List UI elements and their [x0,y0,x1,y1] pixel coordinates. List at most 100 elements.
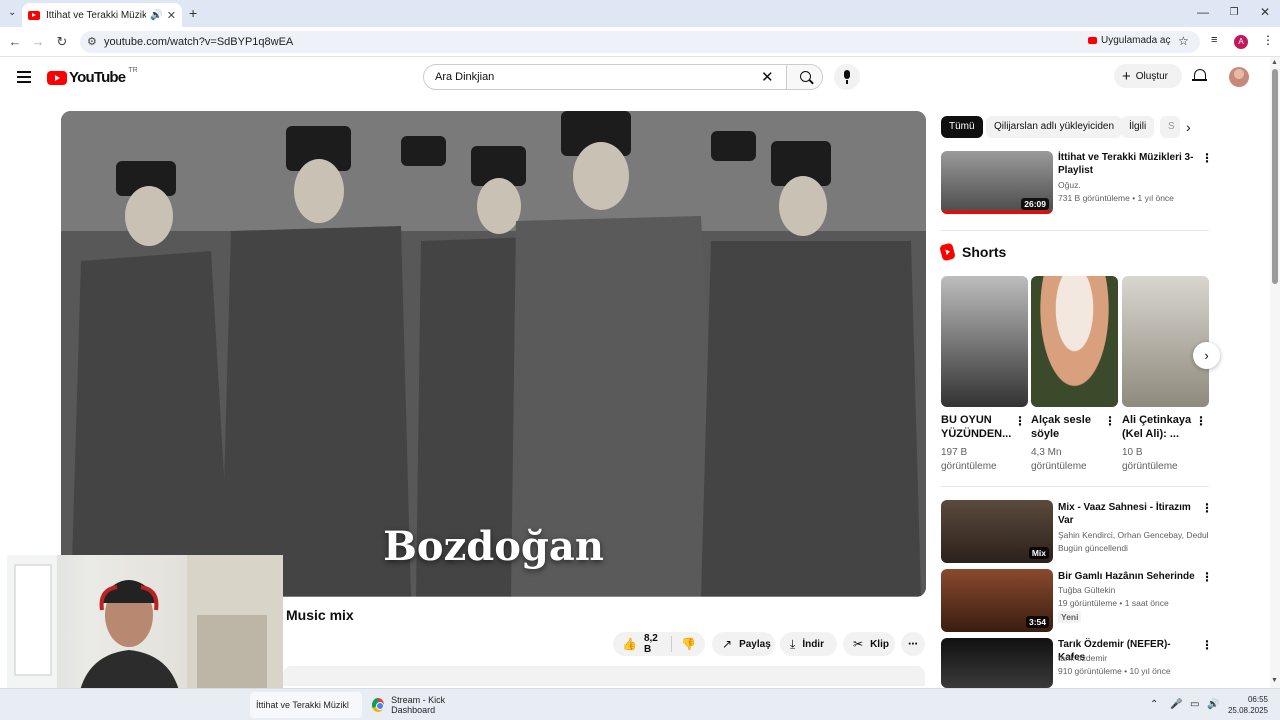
more-vert-icon[interactable]: ⋮ [1201,502,1213,514]
hamburger-menu-icon[interactable] [17,71,31,86]
more-horizontal-icon: ⋯ [908,638,918,650]
scroll-down-icon[interactable]: ▼ [1271,677,1278,684]
share-button[interactable]: ↗ Paylaş [712,632,775,656]
page-scrollbar[interactable]: ▲ ▼ [1270,57,1280,688]
related-title[interactable]: Mix - Vaaz Sahnesi - İtirazım Var [1058,501,1196,527]
chrome-icon [372,698,385,712]
window-close-icon[interactable]: ✕ [1250,5,1280,19]
chevron-right-icon[interactable]: › [1186,119,1191,135]
short-thumbnail[interactable] [941,276,1028,407]
search-box[interactable]: Ara Dinkjian ✕ [423,64,823,90]
share-icon: ↗ [722,637,733,651]
site-info-icon[interactable]: ⚙ [87,35,97,48]
search-icon [800,71,811,82]
thumbs-up-icon: 👍 [622,637,637,651]
browser-tab-bar: ⌄ İttihat ve Terakki Müzikleri 🔊 ✕ + — ❐… [0,0,1280,27]
related-channel[interactable]: Oğuz. [1058,180,1210,190]
shorts-next-icon[interactable]: › [1193,342,1220,369]
duration-badge: 3:54 [1025,616,1049,628]
new-tab-button[interactable]: + [189,5,197,21]
minimize-icon[interactable]: — [1188,5,1218,19]
country-code: TR [128,67,138,74]
chip-from-uploader[interactable]: Qilijarslan adlı yükleyiciden [986,116,1123,138]
profile-avatar[interactable]: A [1234,35,1248,49]
download-label: İndir [802,638,824,650]
scroll-up-icon[interactable]: ▲ [1271,59,1278,66]
url-field[interactable]: ⚙ youtube.com/watch?v=SdBYP1q8wEA [80,31,1200,53]
restore-icon[interactable]: ❐ [1219,7,1249,18]
short-views: 4,3 Mn görüntüleme [1031,447,1087,472]
chip-all[interactable]: Tümü [941,116,983,138]
related-thumbnail[interactable] [941,638,1053,688]
volume-icon[interactable]: 🔊 [1207,699,1219,710]
clip-button[interactable]: ✂ Klip [843,632,895,656]
create-button[interactable]: + Oluştur [1114,64,1182,88]
network-icon[interactable]: ▭ [1190,699,1199,710]
like-button[interactable]: 👍 8,2 B [613,633,673,655]
browser-address-bar: ← → ↻ ⚙ youtube.com/watch?v=SdBYP1q8wEA … [0,27,1280,57]
related-thumbnail[interactable]: 26:09 [941,151,1053,214]
tray-expand-icon[interactable]: ⌃ [1150,699,1158,710]
share-label: Paylaş [739,638,771,650]
close-icon[interactable]: ✕ [167,9,176,22]
related-channel[interactable]: Şahin Kendirci, Orhan Gencebay, Dedublum… [1058,530,1208,540]
tab-search-icon[interactable]: ⌄ [8,7,16,18]
notifications-bell-icon[interactable] [1192,68,1207,84]
download-button[interactable]: ⤓ İndir [780,632,837,656]
video-title: Music mix [286,607,354,623]
tab-youtube[interactable]: İttihat ve Terakki Müzikleri 🔊 ✕ [22,3,182,27]
chip-related[interactable]: İlgili [1121,116,1155,138]
back-icon[interactable]: ← [6,34,24,49]
related-thumbnail[interactable]: 3:54 [941,569,1053,632]
scrollbar-thumb[interactable] [1272,69,1278,284]
dislike-button[interactable]: 👎 [672,637,705,651]
short-title[interactable]: Ali Çetinkaya (Kel Ali): ... [1122,413,1194,441]
description-box[interactable] [283,666,925,686]
related-thumbnail[interactable]: Mix [941,500,1053,563]
video-player[interactable]: Bozdoğan [61,111,926,597]
plus-icon: + [1122,67,1131,85]
taskbar-clock[interactable]: 06:55 25.08.2025 [1224,694,1268,716]
clear-search-icon[interactable]: ✕ [761,68,774,86]
more-vert-icon[interactable]: ⋮ [1014,415,1026,427]
clock-date: 25.08.2025 [1227,706,1268,715]
taskbar-item-youtube[interactable]: İttihat ve Terakki Müzikl [250,692,362,718]
taskbar-item-kick[interactable]: Stream - Kick Dashboard [366,692,484,718]
bookmark-star-icon[interactable]: ☆ [1178,34,1189,48]
tab-title: İttihat ve Terakki Müzikleri [46,9,147,21]
related-title[interactable]: Bir Gamlı Hazânın Seherinde [1058,570,1196,583]
duration-badge: 26:09 [1021,198,1049,210]
more-vert-icon[interactable]: ⋮ [1195,415,1207,427]
account-avatar[interactable] [1229,67,1249,87]
more-vert-icon[interactable]: ⋮ [1201,639,1213,651]
related-channel[interactable]: Tuğba Gültekin [1058,585,1210,595]
voice-search-mic-icon[interactable] [834,64,860,90]
related-title[interactable]: İttihat ve Terakki Müzikleri 3- Playlist [1058,151,1196,177]
youtube-logo[interactable]: YouTube TR [47,67,138,86]
short-title[interactable]: BU OYUN YÜZÜNDEN... [941,413,1013,441]
webcam-overlay [7,555,283,707]
forward-icon[interactable]: → [29,34,47,49]
speaker-icon[interactable]: 🔊 [150,10,162,21]
browser-menu-icon[interactable]: ⋮ [1262,33,1274,47]
more-actions-button[interactable]: ⋯ [901,632,925,656]
short-title[interactable]: Alçak sesle söyle [1031,413,1103,441]
youtube-favicon [28,10,40,20]
more-vert-icon[interactable]: ⋮ [1201,152,1213,164]
create-label: Oluştur [1135,70,1168,82]
media-control-icon[interactable]: ≡ [1211,34,1217,46]
more-vert-icon[interactable]: ⋮ [1201,571,1213,583]
more-vert-icon[interactable]: ⋮ [1104,415,1116,427]
related-channel[interactable]: tarık özdemir [1058,653,1210,663]
reload-icon[interactable]: ↻ [53,34,71,50]
short-views: 10 B görüntüleme [1122,447,1178,472]
chip-truncated[interactable]: S [1160,116,1180,138]
microphone-icon[interactable]: 🎤 [1170,699,1182,710]
search-button[interactable] [786,65,822,89]
open-in-app-button[interactable]: Uygulamada aç [1088,35,1170,46]
search-input[interactable]: Ara Dinkjian [435,71,494,83]
divider [941,230,1209,231]
short-thumbnail[interactable] [1031,276,1118,407]
download-icon: ⤓ [790,636,796,651]
short-thumbnail[interactable] [1122,276,1209,407]
